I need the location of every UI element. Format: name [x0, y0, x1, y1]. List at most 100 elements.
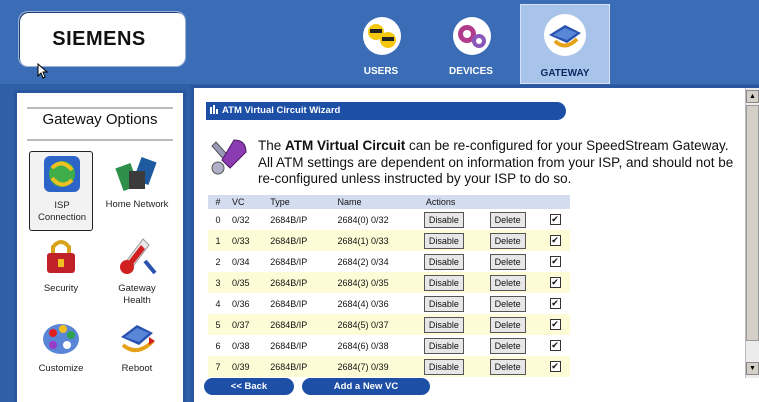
col-header-num: #	[208, 195, 228, 209]
sidebar-item-isp-connection[interactable]: ISP Connection	[29, 151, 93, 231]
cell-type: 2684B/IP	[266, 314, 334, 335]
tab-devices-label: DEVICES	[449, 66, 493, 77]
cell-vc: 0/37	[228, 314, 267, 335]
enable-checkbox[interactable]: ✔	[549, 277, 561, 289]
wrench-tools-icon	[211, 139, 247, 175]
table-row: 0 0/32 2684B/IP 2684(0) 0/32 Disable Delete ✔	[208, 209, 570, 230]
cell-type: 2684B/IP	[266, 356, 334, 377]
vc-table: # VC Type Name Actions 0 0/32 2684B/IP 2684…	[208, 195, 570, 377]
description-text: The ATM Virtual Circuit can be re-config…	[258, 138, 743, 188]
sidebar-item-reboot[interactable]: Reboot	[105, 315, 169, 395]
tab-devices[interactable]: DEVICES	[428, 10, 514, 82]
cell-enable: ✔	[547, 230, 570, 251]
vertical-scrollbar[interactable]: ▲ ▼	[745, 88, 759, 378]
cell-name: 2684(6) 0/38	[333, 335, 422, 356]
vc-table-body: 0 0/32 2684B/IP 2684(0) 0/32 Disable Delete ✔ 1…	[208, 209, 570, 377]
cell-name: 2684(1) 0/33	[333, 230, 422, 251]
disable-button[interactable]: Disable	[423, 232, 464, 249]
sidebar-item-customize[interactable]: Customize	[29, 315, 93, 395]
delete-button[interactable]: Delete	[489, 274, 526, 291]
cell-delete: Delete	[487, 293, 548, 314]
enable-checkbox[interactable]: ✔	[549, 298, 561, 310]
col-header-type: Type	[266, 195, 334, 209]
disable-button[interactable]: Disable	[423, 211, 464, 228]
table-row: 4 0/36 2684B/IP 2684(4) 0/36 Disable Delete ✔	[208, 293, 570, 314]
cell-delete: Delete	[487, 335, 548, 356]
cell-delete: Delete	[487, 230, 548, 251]
cell-delete: Delete	[487, 209, 548, 230]
disable-button[interactable]: Disable	[423, 274, 464, 291]
cell-num: 7	[208, 356, 228, 377]
table-row: 7 0/39 2684B/IP 2684(7) 0/39 Disable Delete ✔	[208, 356, 570, 377]
back-button[interactable]: << Back	[204, 378, 294, 395]
scroll-up-arrow-icon[interactable]: ▲	[746, 90, 759, 103]
description-prefix: The	[258, 138, 286, 153]
cell-name: 2684(7) 0/39	[333, 356, 422, 377]
cell-disable: Disable	[421, 335, 488, 356]
cell-vc: 0/33	[228, 230, 267, 251]
cell-num: 3	[208, 272, 228, 293]
cell-type: 2684B/IP	[266, 209, 334, 230]
reboot-icon	[121, 325, 155, 353]
sidebar-item-home-network[interactable]: Home Network	[105, 151, 169, 231]
delete-button[interactable]: Delete	[489, 358, 526, 375]
cell-disable: Disable	[421, 272, 488, 293]
cell-num: 5	[208, 314, 228, 335]
sidebar-item-security[interactable]: Security	[29, 235, 93, 315]
cell-disable: Disable	[421, 230, 488, 251]
cell-enable: ✔	[547, 251, 570, 272]
tab-gateway[interactable]: GATEWAY	[520, 4, 610, 84]
cell-vc: 0/32	[228, 209, 267, 230]
disable-button[interactable]: Disable	[423, 358, 464, 375]
tab-users-label: USERS	[363, 66, 399, 77]
cell-enable: ✔	[547, 293, 570, 314]
gateway-icon	[544, 14, 586, 56]
cell-num: 4	[208, 293, 228, 314]
enable-checkbox[interactable]: ✔	[549, 340, 561, 352]
delete-button[interactable]: Delete	[489, 211, 526, 228]
disable-button[interactable]: Disable	[423, 337, 464, 354]
cell-vc: 0/39	[228, 356, 267, 377]
enable-checkbox[interactable]: ✔	[549, 361, 561, 373]
cell-vc: 0/34	[228, 251, 267, 272]
cell-type: 2684B/IP	[266, 251, 334, 272]
isp-connection-icon	[44, 156, 80, 192]
cell-disable: Disable	[421, 209, 488, 230]
delete-button[interactable]: Delete	[489, 295, 526, 312]
delete-button[interactable]: Delete	[489, 232, 526, 249]
sidebar: Gateway Options ISP Connection Home Netw…	[14, 90, 186, 402]
cell-enable: ✔	[547, 335, 570, 356]
tab-gateway-label: GATEWAY	[540, 68, 590, 79]
table-row: 6 0/38 2684B/IP 2684(6) 0/38 Disable Delete ✔	[208, 335, 570, 356]
delete-button[interactable]: Delete	[489, 316, 526, 333]
cell-name: 2684(3) 0/35	[333, 272, 422, 293]
disable-button[interactable]: Disable	[423, 253, 464, 270]
disable-button[interactable]: Disable	[423, 295, 464, 312]
cell-type: 2684B/IP	[266, 335, 334, 356]
scroll-thumb[interactable]	[746, 105, 759, 341]
sidebar-divider	[27, 107, 173, 109]
cell-disable: Disable	[421, 314, 488, 335]
enable-checkbox[interactable]: ✔	[549, 235, 561, 247]
scroll-down-arrow-icon[interactable]: ▼	[746, 362, 759, 375]
delete-button[interactable]: Delete	[489, 337, 526, 354]
bar-chart-icon	[210, 105, 218, 114]
cell-num: 2	[208, 251, 228, 272]
sidebar-item-label: Customize	[38, 363, 84, 374]
sidebar-item-label: Home Network	[105, 199, 169, 210]
add-vc-button[interactable]: Add a New VC	[302, 378, 430, 395]
cell-type: 2684B/IP	[266, 293, 334, 314]
cell-delete: Delete	[487, 356, 548, 377]
cell-disable: Disable	[421, 356, 488, 377]
delete-button[interactable]: Delete	[489, 253, 526, 270]
disable-button[interactable]: Disable	[423, 316, 464, 333]
col-header-name: Name	[333, 195, 422, 209]
enable-checkbox[interactable]: ✔	[549, 214, 561, 226]
enable-checkbox[interactable]: ✔	[549, 256, 561, 268]
table-header-row: # VC Type Name Actions	[208, 195, 570, 209]
header: SIEMENS USERS DEVICES GATEWAY	[0, 0, 759, 84]
tab-users[interactable]: USERS	[338, 10, 424, 82]
sidebar-item-gateway-health[interactable]: Gateway Health	[105, 235, 169, 315]
users-icon	[363, 17, 401, 55]
enable-checkbox[interactable]: ✔	[549, 319, 561, 331]
